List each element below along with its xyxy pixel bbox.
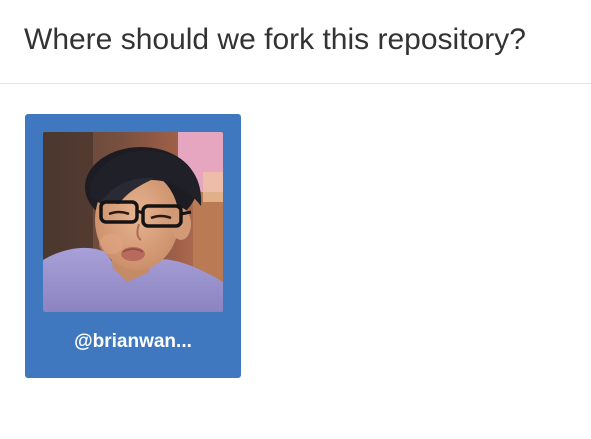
page-header: Where should we fork this repository? xyxy=(0,0,591,84)
page-title: Where should we fork this repository? xyxy=(24,23,526,56)
fork-target-username: @brianwan... xyxy=(74,331,192,352)
avatar xyxy=(43,132,223,312)
fork-target-card[interactable]: @brianwan... xyxy=(25,114,241,378)
